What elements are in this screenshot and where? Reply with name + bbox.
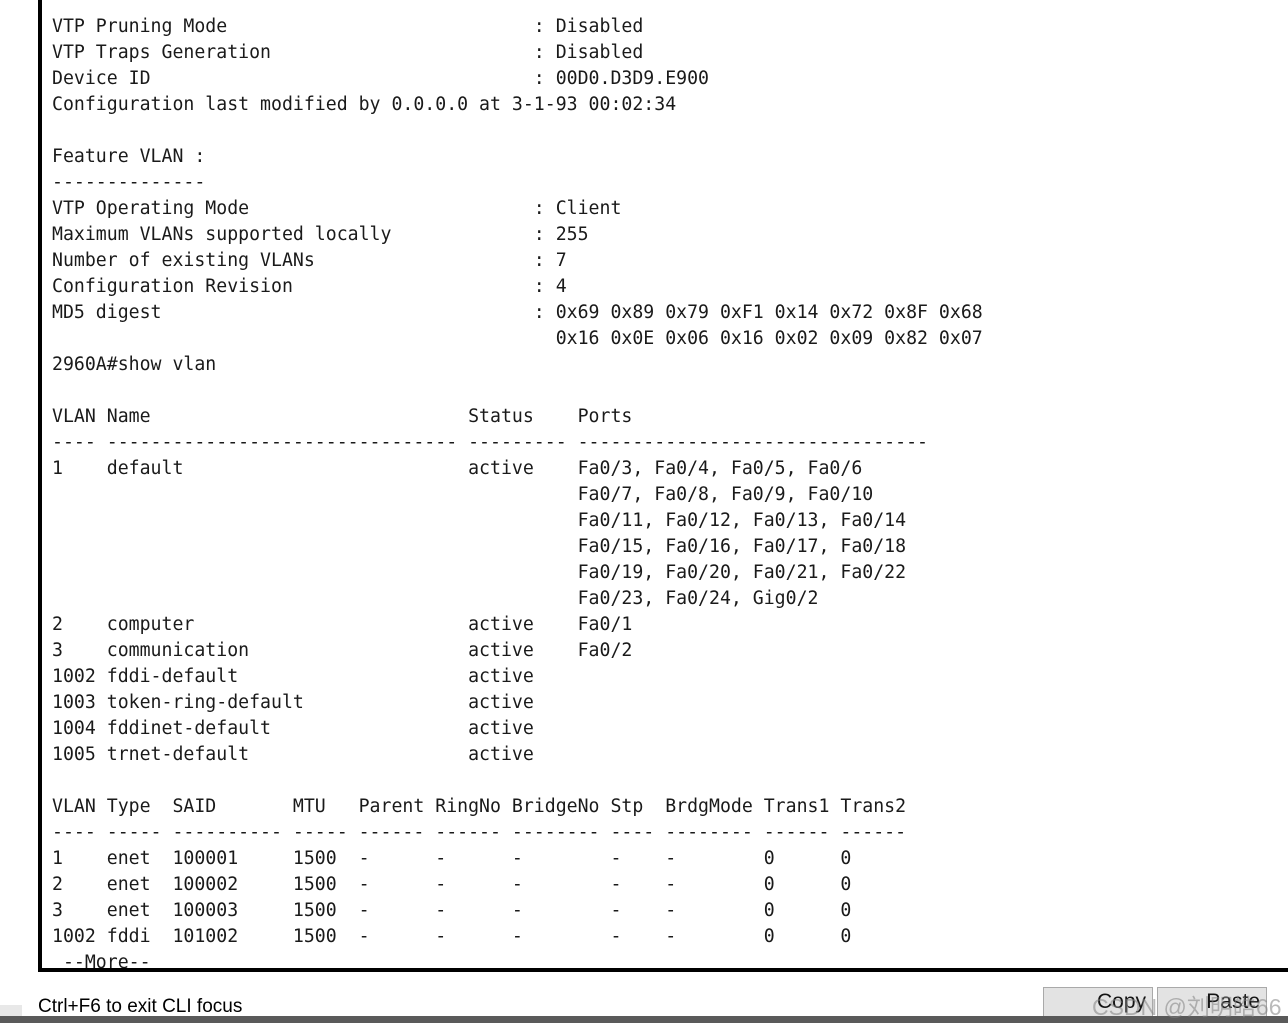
cli-line: 3 enet 100003 1500 - - - - - 0 0 bbox=[52, 900, 852, 921]
cli-line: ---- -------------------------------- --… bbox=[52, 432, 928, 453]
cli-output-text: VTP Pruning Mode : Disabled VTP Traps Gen… bbox=[52, 0, 983, 972]
bottom-bar-left-pad bbox=[0, 1005, 22, 1016]
cli-line: VTP Traps Generation : Disabled bbox=[52, 42, 644, 63]
cli-line: 1003 token-ring-default active bbox=[52, 692, 578, 713]
cli-line: 1002 fddi-default active bbox=[52, 666, 578, 687]
cli-line bbox=[52, 0, 983, 14]
cli-line: 2 enet 100002 1500 - - - - - 0 0 bbox=[52, 874, 852, 895]
cli-line: Configuration Revision : 4 bbox=[52, 276, 567, 297]
cli-line: Fa0/23, Fa0/24, Gig0/2 bbox=[52, 588, 819, 609]
cli-line: --More-- bbox=[52, 952, 151, 972]
cli-terminal-pane[interactable]: VTP Pruning Mode : Disabled VTP Traps Gen… bbox=[38, 0, 1288, 972]
cli-line: -------------- bbox=[52, 172, 206, 193]
cli-line: Feature VLAN : bbox=[52, 146, 206, 167]
cli-line: Maximum VLANs supported locally : 255 bbox=[52, 224, 589, 245]
cli-line: 1002 fddi 101002 1500 - - - - - 0 0 bbox=[52, 926, 852, 947]
cli-line: 0x16 0x0E 0x06 0x16 0x02 0x09 0x82 0x07 bbox=[52, 328, 983, 349]
cli-line: 2 computer active Fa0/1 bbox=[52, 614, 633, 635]
paste-button[interactable]: Paste bbox=[1157, 987, 1267, 1017]
cli-focus-hint: Ctrl+F6 to exit CLI focus bbox=[38, 996, 243, 1017]
cli-line: VLAN Name Status Ports bbox=[52, 406, 633, 427]
cli-line: Device ID : 00D0.D3D9.E900 bbox=[52, 68, 709, 89]
cli-line bbox=[52, 378, 983, 404]
cli-line: Configuration last modified by 0.0.0.0 a… bbox=[52, 94, 677, 115]
cli-line: ---- ----- ---------- ----- ------ -----… bbox=[52, 822, 907, 843]
cli-line bbox=[52, 118, 983, 144]
cli-line: Fa0/11, Fa0/12, Fa0/13, Fa0/14 bbox=[52, 510, 907, 531]
cli-line: VTP Pruning Mode : Disabled bbox=[52, 16, 644, 37]
cli-line: Fa0/15, Fa0/16, Fa0/17, Fa0/18 bbox=[52, 536, 907, 557]
cli-line: VLAN Type SAID MTU Parent RingNo BridgeN… bbox=[52, 796, 907, 817]
cli-line: 1004 fddinet-default active bbox=[52, 718, 578, 739]
cli-line: 1005 trnet-default active bbox=[52, 744, 578, 765]
cli-line: Fa0/7, Fa0/8, Fa0/9, Fa0/10 bbox=[52, 484, 874, 505]
cli-line: 1 enet 100001 1500 - - - - - 0 0 bbox=[52, 848, 852, 869]
cli-line: Fa0/19, Fa0/20, Fa0/21, Fa0/22 bbox=[52, 562, 907, 583]
copy-button[interactable]: Copy bbox=[1043, 987, 1153, 1017]
cli-line: 2960A#show vlan bbox=[52, 354, 217, 375]
cli-line bbox=[52, 768, 983, 794]
window-bottom-bar bbox=[0, 1016, 1288, 1023]
cli-line: 3 communication active Fa0/2 bbox=[52, 640, 633, 661]
cli-line: Number of existing VLANs : 7 bbox=[52, 250, 567, 271]
cli-line: MD5 digest : 0x69 0x89 0x79 0xF1 0x14 0x… bbox=[52, 302, 983, 323]
cli-line: VTP Operating Mode : Client bbox=[52, 198, 622, 219]
cli-button-row: Copy Paste bbox=[1043, 987, 1267, 1017]
cli-line: 1 default active Fa0/3, Fa0/4, Fa0/5, Fa… bbox=[52, 458, 863, 479]
